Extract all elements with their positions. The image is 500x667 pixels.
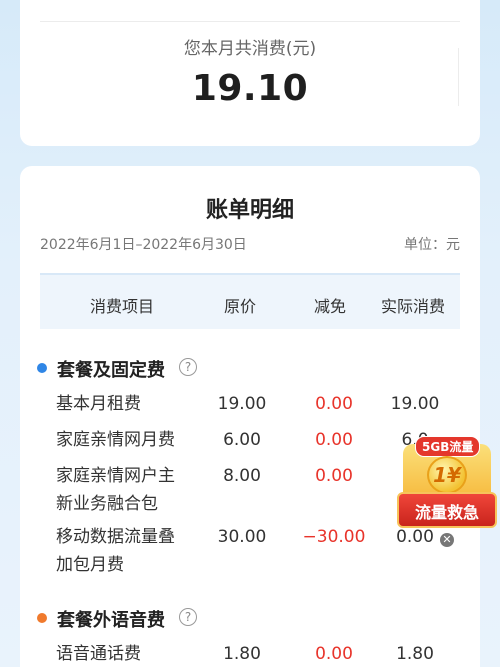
item-reduction: 0.00 bbox=[315, 394, 353, 414]
item-name: 基本月租费 bbox=[56, 394, 141, 414]
item-reduction: 0.00 bbox=[315, 430, 353, 450]
help-icon[interactable]: ? bbox=[179, 608, 197, 626]
item-reduction: 0.00 bbox=[315, 466, 353, 486]
table-row: 移动数据流量叠 加包月费 30.00 −30.00 0.00 bbox=[20, 524, 480, 580]
item-name: 家庭亲情网月费 bbox=[56, 430, 175, 450]
item-name-line1: 家庭亲情网户主 bbox=[56, 466, 175, 486]
divider bbox=[40, 21, 460, 22]
close-icon[interactable]: ✕ bbox=[440, 533, 454, 547]
data-rescue-promo-badge[interactable]: 5GB流量 1¥ 流量救急 bbox=[397, 430, 497, 530]
section-package-fixed-fee: 套餐及固定费 ? bbox=[20, 354, 480, 384]
header-original: 原价 bbox=[224, 297, 257, 316]
promo-label: 流量救急 bbox=[414, 503, 479, 522]
currency-unit: 单位：元 bbox=[404, 237, 460, 253]
item-original: 8.00 bbox=[223, 466, 261, 486]
section-extra-voice-fee: 套餐外语音费 ? bbox=[20, 604, 480, 634]
summary-card: 您本月共消费(元) 19.10 bbox=[20, 0, 480, 146]
section-title: 套餐及固定费 bbox=[57, 360, 165, 381]
monthly-spend-amount: 19.10 bbox=[191, 68, 309, 109]
item-reduction: 0.00 bbox=[315, 644, 353, 664]
table-row: 基本月租费 19.00 0.00 19.00 bbox=[20, 391, 480, 421]
item-original: 19.00 bbox=[217, 394, 267, 414]
header-reduction: 减免 bbox=[314, 297, 347, 316]
billing-period: 2022年6月1日–2022年6月30日 bbox=[40, 237, 247, 253]
item-name-line2: 新业务融合包 bbox=[56, 494, 158, 514]
item-original: 6.00 bbox=[223, 430, 261, 450]
item-original: 1.80 bbox=[223, 644, 261, 664]
bill-detail-title: 账单明细 bbox=[205, 198, 294, 223]
header-item: 消费项目 bbox=[90, 297, 155, 316]
coin-icon: 1¥ bbox=[427, 456, 467, 494]
item-actual: 1.80 bbox=[396, 644, 434, 664]
item-actual: 19.00 bbox=[390, 394, 440, 414]
help-icon[interactable]: ? bbox=[179, 358, 197, 376]
item-original: 30.00 bbox=[217, 527, 267, 547]
table-header: 消费项目 原价 减免 实际消费 bbox=[40, 273, 460, 329]
item-name: 语音通话费 bbox=[56, 644, 141, 664]
item-name-line2: 加包月费 bbox=[56, 555, 124, 575]
bill-detail-card: 账单明细 2022年6月1日–2022年6月30日 单位：元 消费项目 原价 减… bbox=[20, 166, 480, 667]
promo-tag: 5GB流量 bbox=[415, 436, 481, 457]
table-row: 语音通话费 1.80 0.00 1.80 bbox=[20, 641, 480, 667]
item-name-line1: 移动数据流量叠 bbox=[56, 527, 175, 547]
section-title: 套餐外语音费 bbox=[57, 610, 165, 631]
section-dot bbox=[37, 613, 47, 623]
section-dot bbox=[37, 363, 47, 373]
monthly-spend-label: 您本月共消费(元) bbox=[183, 39, 317, 59]
header-actual: 实际消费 bbox=[381, 297, 446, 316]
promo-banner: 流量救急 bbox=[397, 492, 497, 528]
item-reduction: −30.00 bbox=[302, 527, 366, 547]
